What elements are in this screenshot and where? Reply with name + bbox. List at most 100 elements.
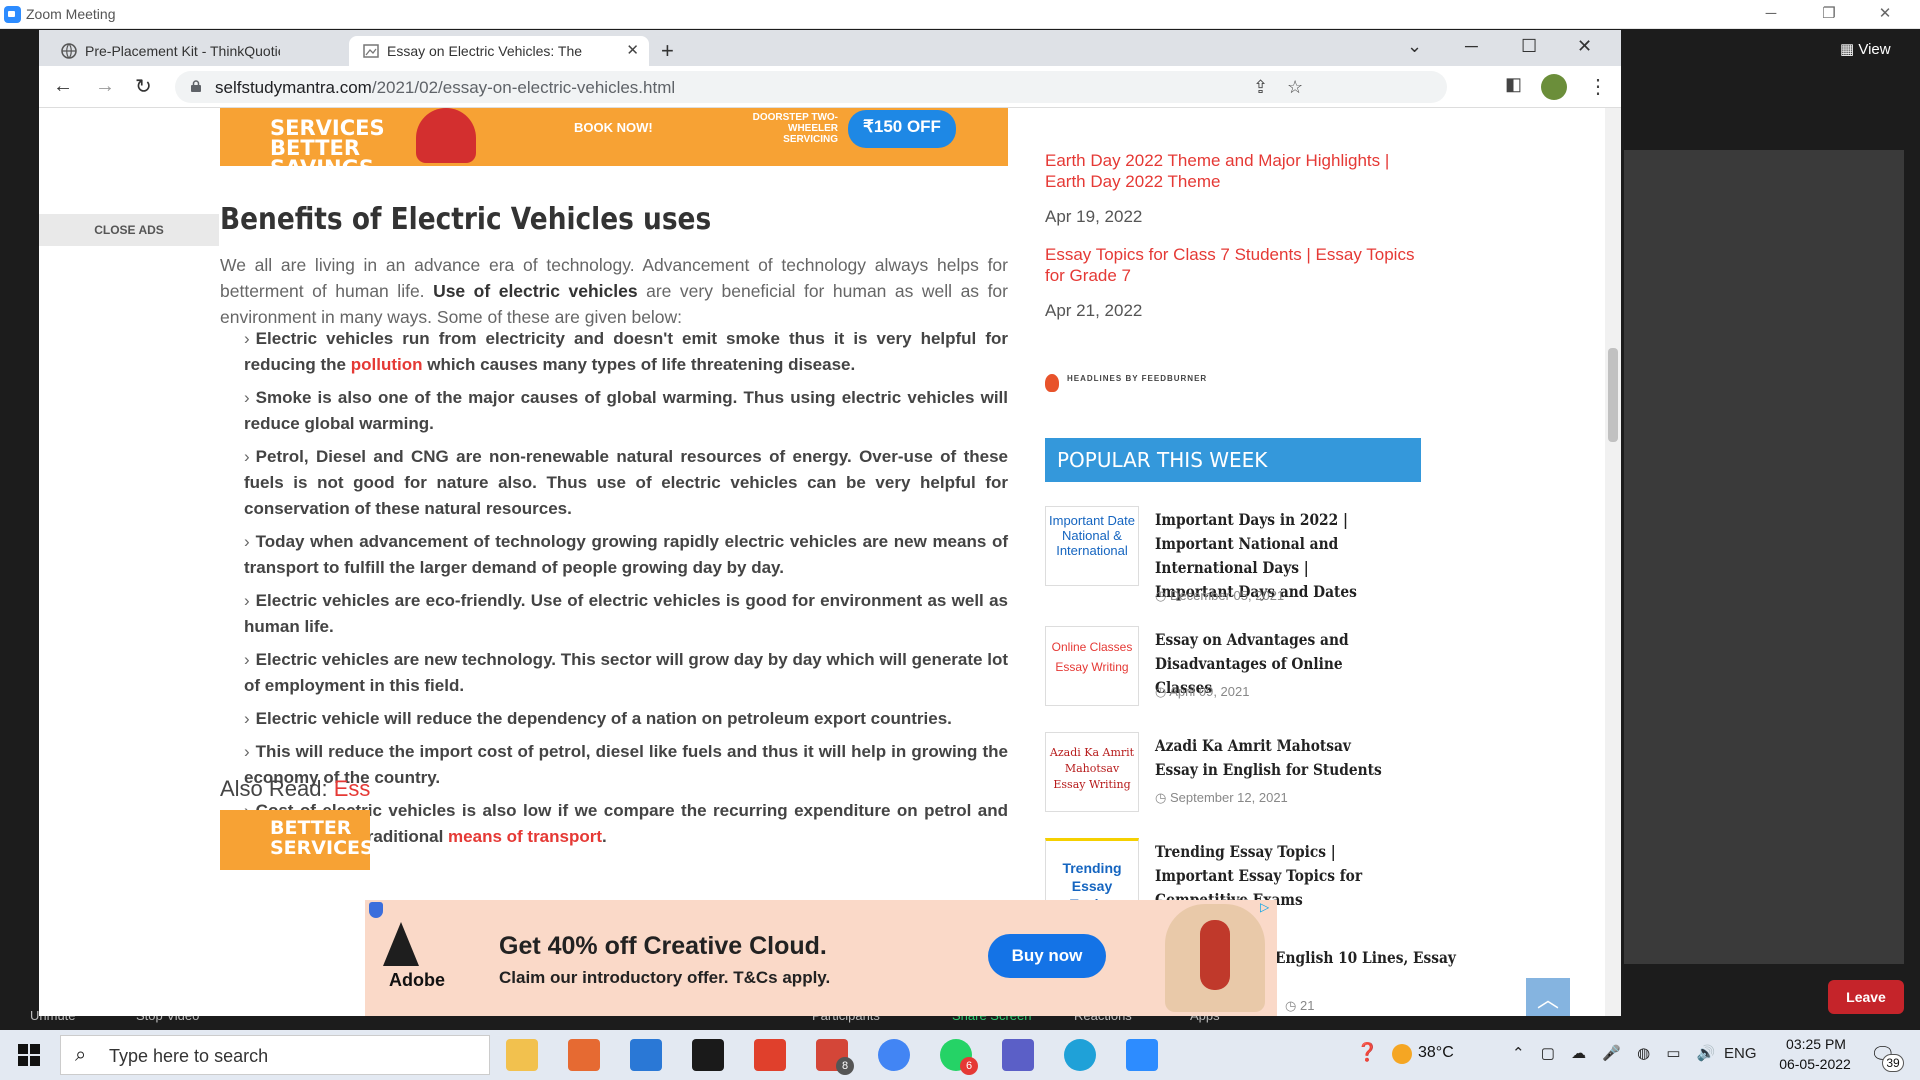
benefit-item: › Petrol, Diesel and CNG are non-renewabl… [244, 447, 1008, 518]
benefit-item: › Electric vehicle will reduce the depend… [244, 709, 952, 728]
tab-title: Pre-Placement Kit - ThinkQuotient [85, 43, 280, 59]
feedburner-flame-icon [1045, 374, 1059, 392]
scooter-image [416, 108, 476, 163]
clock-date[interactable]: 06-05-2022 [1770, 1056, 1860, 1072]
article-intro: We all are living in an advance era of t… [220, 255, 1008, 327]
benefit-item: › Today when advancement of technology gr… [244, 532, 1008, 577]
dropbox-icon[interactable] [692, 1039, 724, 1071]
reload-icon[interactable]: ↻ [135, 74, 152, 99]
close-icon[interactable]: ✕ [1870, 3, 1900, 25]
top-banner-ad[interactable]: SERVICESBETTERSAVINGS BOOK NOW! DOORSTEP… [220, 108, 1008, 166]
buy-now-button[interactable]: Buy now [988, 934, 1106, 978]
whatsapp-icon[interactable]: 6 [940, 1039, 978, 1075]
tab-close-icon[interactable]: ✕ [626, 41, 639, 59]
minimize-icon[interactable]: ─ [1756, 3, 1786, 25]
popular-date: April 09, 2021 [1155, 684, 1249, 700]
language-indicator[interactable]: ENG [1724, 1045, 1757, 1062]
ad-choices-icon[interactable]: ▷ [1260, 900, 1276, 916]
zoom-app-icon[interactable] [1126, 1039, 1158, 1071]
whatsapp-badge: 6 [960, 1057, 978, 1075]
help-icon[interactable]: ❓ [1356, 1042, 1378, 1063]
side-panel-icon[interactable]: ◧ [1505, 74, 1522, 95]
file-explorer-icon[interactable] [506, 1039, 538, 1071]
zoom-title-bar: Zoom Meeting ─ ❐ ✕ [0, 0, 1920, 29]
benefit-link[interactable]: means of transport [448, 827, 602, 846]
bottom-left-ad[interactable]: BETTER SERVICES [220, 810, 374, 870]
temperature[interactable]: 38°C [1418, 1044, 1454, 1062]
mail-icon[interactable] [630, 1039, 662, 1071]
chevron-right-icon: › [244, 388, 250, 407]
new-tab-icon[interactable]: + [661, 38, 674, 64]
restore-icon[interactable]: ❐ [1814, 3, 1844, 25]
also-read-link[interactable]: Ess [334, 776, 371, 801]
chrome-icon[interactable] [878, 1039, 910, 1071]
bookmark-star-icon[interactable]: ☆ [1287, 77, 1303, 98]
article-heading: Benefits of Electric Vehicles uses [220, 202, 712, 237]
benefit-item: › Electric vehicles run from electricity … [244, 329, 1008, 374]
gmail-icon[interactable]: 8 [816, 1039, 854, 1075]
forward-arrow-icon[interactable]: → [95, 75, 115, 98]
zoom-window-title: Zoom Meeting [26, 6, 116, 22]
globe-icon [61, 43, 77, 59]
teams-icon[interactable] [1002, 1039, 1034, 1071]
profile-avatar[interactable] [1541, 74, 1567, 100]
scrollbar-thumb[interactable] [1608, 348, 1618, 442]
benefit-link[interactable]: pollution [351, 355, 423, 374]
edge-icon[interactable] [1064, 1039, 1096, 1071]
close-ads-button[interactable]: CLOSE ADS [39, 214, 219, 246]
url-text: selfstudymantra.com/2021/02/essay-on-ele… [215, 78, 676, 97]
view-button[interactable]: ▦ View [1840, 40, 1891, 58]
chevron-right-icon: › [244, 591, 250, 610]
clock-time[interactable]: 03:25 PM [1776, 1036, 1856, 1052]
sidebar-recent-link[interactable]: Essay Topics for Class 7 Students | Essa… [1045, 244, 1415, 286]
adobe-ad[interactable]: Adobe Get 40% off Creative Cloud. Claim … [365, 900, 1277, 1016]
tab-pre-placement[interactable]: Pre-Placement Kit - ThinkQuotient [47, 36, 347, 66]
taskbar-search[interactable]: ⌕ Type here to search [60, 1035, 490, 1075]
popular-item[interactable]: Online Classes Essay Writing Essay on Ad… [1045, 626, 1421, 726]
ad-offer-badge: ₹150 OFF [848, 110, 956, 148]
tab-essay-electric-vehicles[interactable]: Essay on Electric Vehicles: The Fu ✕ [349, 36, 649, 66]
system-tray-icons[interactable]: ⌃ ▢ ☁ 🎤 ◍ ▭ 🔊 [1512, 1044, 1721, 1062]
address-bar: ← → ↻ selfstudymantra.com/2021/02/essay-… [39, 66, 1621, 108]
menu-dots-icon[interactable]: ⋮ [1588, 74, 1608, 99]
popular-thumbnail[interactable]: Online Classes Essay Writing [1045, 626, 1139, 706]
adobe-logo-icon [383, 922, 433, 972]
windows-start-icon[interactable] [18, 1044, 40, 1066]
popular-item[interactable]: Important Date National & International … [1045, 506, 1421, 606]
popular-date: December 05, 2021 [1155, 588, 1284, 604]
popular-thumbnail[interactable]: Azadi Ka Amrit Mahotsav Essay Writing [1045, 732, 1139, 812]
sidebar-recent-link[interactable]: Earth Day 2022 Theme and Major Highlight… [1045, 150, 1415, 192]
share-icon[interactable]: ⇪ [1253, 77, 1268, 98]
app-icon[interactable] [568, 1039, 600, 1071]
gmail-badge: 8 [836, 1057, 854, 1075]
popular-title[interactable]: Azadi Ka Amrit Mahotsav Essay in English… [1155, 734, 1387, 782]
benefit-item: › Smoke is also one of the major causes o… [244, 388, 1008, 433]
sidebar-recent-date: Apr 19, 2022 [1045, 207, 1143, 226]
back-to-top-button[interactable]: ︿ [1526, 978, 1570, 1016]
zoom-logo-icon [4, 6, 21, 23]
browser-maximize-icon[interactable]: ☐ [1521, 36, 1537, 57]
chevron-right-icon: › [244, 447, 250, 466]
page-favicon-icon [363, 44, 379, 58]
chevron-right-icon: › [244, 650, 250, 669]
chevron-right-icon: › [244, 709, 250, 728]
notification-count: 39 [1882, 1054, 1904, 1072]
back-arrow-icon[interactable]: ← [53, 75, 73, 98]
office-icon[interactable] [754, 1039, 786, 1071]
lock-icon[interactable] [191, 80, 201, 92]
tab-search-chevron-icon[interactable]: ⌄ [1407, 36, 1422, 57]
ad-book-now[interactable]: BOOK NOW! [574, 120, 653, 135]
browser-minimize-icon[interactable]: ─ [1465, 36, 1478, 57]
page-scrollbar[interactable] [1605, 108, 1621, 1016]
browser-window: Pre-Placement Kit - ThinkQuotient Essay … [39, 30, 1621, 1016]
popular-title[interactable]: English 10 Lines, Essay [1275, 946, 1507, 970]
benefit-item: › Electric vehicles are new technology. T… [244, 650, 1008, 695]
also-read: Also Read: Ess [220, 776, 371, 801]
popular-item[interactable]: Azadi Ka Amrit Mahotsav Essay Writing Az… [1045, 732, 1421, 832]
chevron-right-icon: › [244, 742, 250, 761]
browser-close-icon[interactable]: ✕ [1577, 36, 1592, 57]
popular-thumbnail[interactable]: Important Date National & International [1045, 506, 1139, 586]
leave-button[interactable]: Leave [1828, 980, 1904, 1014]
popular-date: September 12, 2021 [1155, 790, 1288, 806]
url-field[interactable]: selfstudymantra.com/2021/02/essay-on-ele… [175, 71, 1447, 103]
